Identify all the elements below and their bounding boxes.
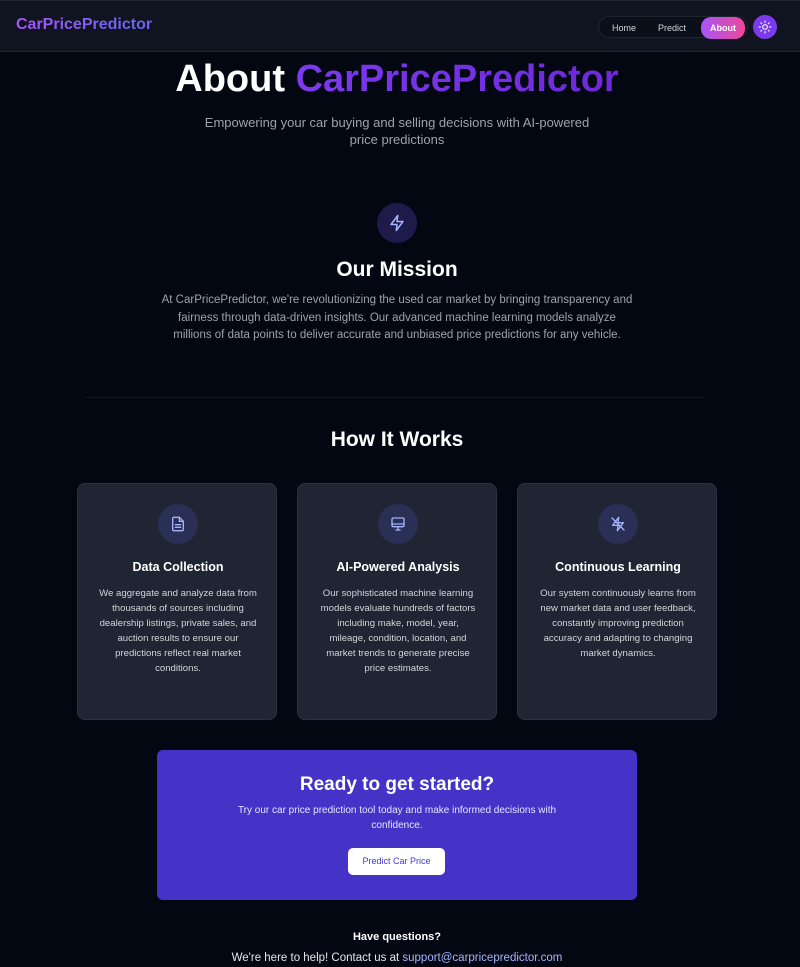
- nav-home-link[interactable]: Home: [605, 17, 643, 39]
- brand-logo[interactable]: CarPricePredictor: [16, 16, 152, 34]
- mission-text: At CarPricePredictor, we're revolutioniz…: [161, 294, 633, 342]
- nav-predict-link[interactable]: Predict: [651, 17, 693, 39]
- cta-panel: Ready to get started? Try our car price …: [157, 750, 637, 900]
- page-title-accent: CarPricePredictor: [295, 58, 619, 100]
- card-icon-badge: [158, 504, 198, 544]
- card-data-collection: Data Collection We aggregate and analyze…: [77, 483, 277, 720]
- contact-line: We're here to help! Contact us at suppor…: [0, 952, 794, 964]
- page-title-prefix: About: [175, 58, 285, 100]
- card-text: Our system continuously learns from new …: [540, 588, 696, 659]
- nav-about-link[interactable]: About: [701, 17, 745, 39]
- contact-title: Have questions?: [352, 931, 442, 943]
- navbar: CarPricePredictor Home Predict About: [0, 0, 800, 52]
- card-icon-badge: [378, 504, 418, 544]
- lightning-icon: [390, 214, 404, 232]
- zap-off-icon: [611, 516, 625, 532]
- how-it-works-title: How It Works: [330, 428, 464, 451]
- card-continuous-learning: Continuous Learning Our system continuou…: [517, 483, 717, 720]
- nav-links: Home Predict About: [598, 16, 748, 39]
- contact-text: We're here to help! Contact us at: [231, 952, 400, 964]
- cta-text: Try our car price prediction tool today …: [237, 805, 557, 831]
- document-icon: [172, 516, 184, 532]
- card-title: AI-Powered Analysis: [336, 560, 460, 574]
- predict-car-price-button[interactable]: Predict Car Price: [348, 848, 445, 875]
- card-text: Our sophisticated machine learning model…: [320, 588, 476, 674]
- section-divider: [85, 397, 705, 398]
- page-title: About CarPricePredictor: [0, 58, 794, 101]
- card-text: We aggregate and analyze data from thous…: [99, 588, 257, 674]
- cta-title: Ready to get started?: [299, 774, 495, 795]
- card-title: Continuous Learning: [555, 560, 681, 574]
- mission-icon-badge: [377, 203, 417, 243]
- card-icon-badge: [598, 504, 638, 544]
- support-email-link[interactable]: support@carpricepredictor.com: [402, 952, 562, 964]
- theme-toggle-button[interactable]: [753, 15, 777, 39]
- monitor-icon: [391, 517, 405, 531]
- card-ai-analysis: AI-Powered Analysis Our sophisticated ma…: [297, 483, 497, 720]
- page-subtitle: Empowering your car buying and selling d…: [204, 115, 590, 147]
- mission-title: Our Mission: [336, 258, 458, 281]
- card-title: Data Collection: [132, 560, 224, 574]
- sun-icon: [758, 20, 772, 34]
